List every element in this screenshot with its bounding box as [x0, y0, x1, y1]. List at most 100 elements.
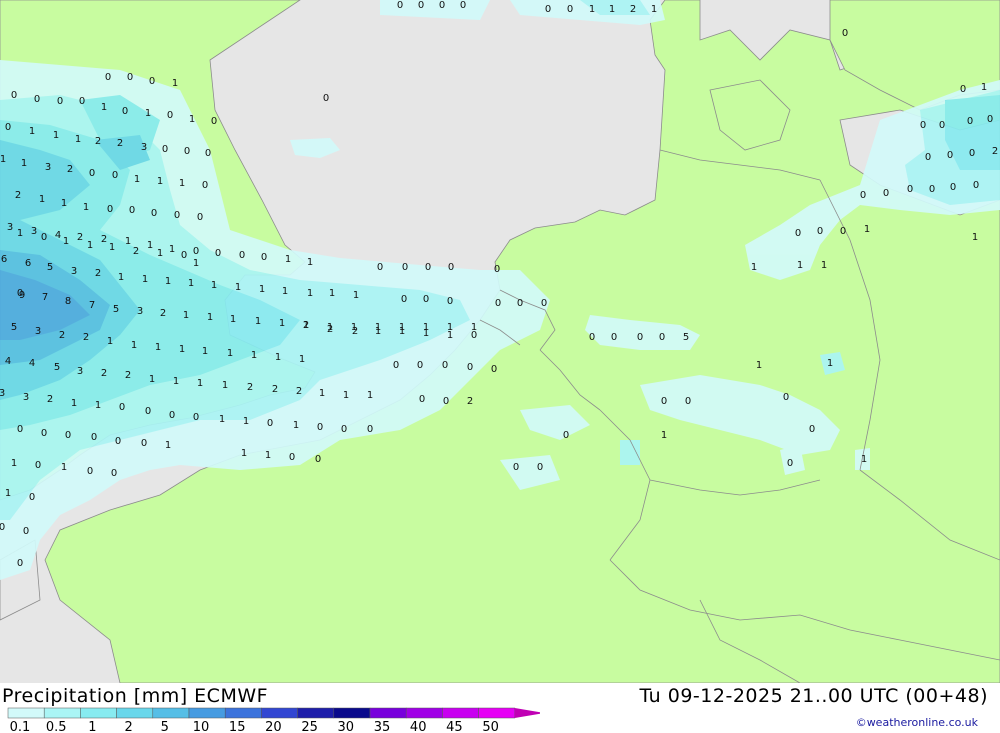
- precip-value-label: 0: [393, 360, 399, 371]
- legend-label: 35: [374, 720, 391, 733]
- legend-label: 1: [88, 720, 96, 733]
- precip-value-label: 0: [637, 332, 643, 343]
- legend-swatch: [405, 707, 443, 719]
- legend-label: 5: [161, 720, 169, 733]
- precip-value-label: 1: [134, 174, 140, 185]
- precip-value-label: 0: [17, 558, 23, 569]
- precip-value-label: 1: [61, 462, 67, 473]
- legend-label: 20: [265, 720, 282, 733]
- precip-value-label: 0: [443, 396, 449, 407]
- precip-value-label: 1: [279, 318, 285, 329]
- precip-value-label: 0: [423, 294, 429, 305]
- legend-label: 15: [229, 720, 246, 733]
- precip-value-label: 1: [972, 232, 978, 243]
- precipitation-map: 0 0 0 0 0 0 1 1 2 1 0 0 0 0 1 0 0 0 0 0 1 0 1 0 1 0 0 1 1 1 2 2 3 0 0 0 1 1 3 2…: [0, 0, 1000, 684]
- precip-value-label: 0: [193, 412, 199, 423]
- precip-value-label: 0: [5, 122, 11, 133]
- precip-value-label: 1: [147, 240, 153, 251]
- precip-value-label: 3: [45, 162, 51, 173]
- precip-value-label: 5: [11, 322, 17, 333]
- precip-value-label: 1: [756, 360, 762, 371]
- precip-value-label: 0: [973, 180, 979, 191]
- precip-value-label: 0: [0, 0, 3, 3]
- precip-value-label: 1: [375, 326, 381, 337]
- precip-value-label: 1: [101, 102, 107, 113]
- precip-value-label: 3: [71, 266, 77, 277]
- precip-value-label: 0: [112, 170, 118, 181]
- precip-value-label: 0: [787, 458, 793, 469]
- legend-label: 50: [482, 720, 499, 733]
- precip-value-label: 1: [87, 240, 93, 251]
- precip-value-label: 2: [83, 332, 89, 343]
- precip-value-label: 0: [545, 4, 551, 15]
- precip-value-label: 1: [423, 328, 429, 339]
- precip-value-label: 1: [131, 340, 137, 351]
- precip-value-label: 0: [29, 492, 35, 503]
- precip-value-label: 0: [920, 120, 926, 131]
- precip-value-label: 0: [541, 298, 547, 309]
- precip-value-label: 0: [367, 424, 373, 435]
- precip-value-label: 3: [0, 388, 5, 399]
- precip-value-label: 0: [783, 392, 789, 403]
- precip-value-label: 1: [285, 254, 291, 265]
- precip-value-label: 2: [296, 386, 302, 397]
- precip-value-label: 2: [327, 324, 333, 335]
- precip-mid-4: [620, 440, 640, 465]
- precip-value-label: 2: [15, 190, 21, 201]
- precip-value-label: 0: [401, 294, 407, 305]
- precip-value-label: 1: [447, 330, 453, 341]
- precip-value-label: 6: [25, 258, 31, 269]
- precip-value-label: 0: [883, 188, 889, 199]
- precip-value-label: 1: [861, 454, 867, 465]
- precip-value-label: 1: [29, 126, 35, 137]
- precip-value-label: 1: [173, 376, 179, 387]
- precip-value-label: 1: [189, 114, 195, 125]
- precip-value-label: 9: [19, 290, 25, 301]
- legend-swatches: [7, 707, 540, 719]
- precip-value-label: 0: [129, 205, 135, 216]
- precip-value-label: 0: [323, 93, 329, 104]
- legend-swatch: [297, 707, 335, 719]
- precip-value-label: 0: [402, 262, 408, 273]
- precip-value-label: 1: [864, 224, 870, 235]
- precip-value-label: 1: [193, 258, 199, 269]
- precip-value-label: 0: [925, 152, 931, 163]
- precip-value-label: 0: [418, 0, 424, 11]
- precip-value-label: 0: [34, 94, 40, 105]
- precip-value-label: 1: [125, 236, 131, 247]
- precip-value-label: 0: [842, 28, 848, 39]
- precip-value-label: 0: [969, 148, 975, 159]
- precip-value-label: 1: [319, 388, 325, 399]
- precip-value-label: 2: [992, 146, 998, 157]
- legend-label: 30: [338, 720, 355, 733]
- precip-value-label: 1: [188, 278, 194, 289]
- precip-value-label: 0: [448, 262, 454, 273]
- precip-value-label: 2: [59, 330, 65, 341]
- precip-value-label: 0: [840, 226, 846, 237]
- precip-value-label: 1: [299, 354, 305, 365]
- precip-value-label: 1: [307, 257, 313, 268]
- precip-value-label: 3: [137, 306, 143, 317]
- precip-value-label: 1: [821, 260, 827, 271]
- credit-link[interactable]: ©weatheronline.co.uk: [856, 716, 978, 729]
- precip-value-label: 1: [5, 488, 11, 499]
- precip-value-label: 1: [109, 242, 115, 253]
- precip-value-label: 0: [17, 424, 23, 435]
- precip-value-label: 0: [261, 252, 267, 263]
- precip-value-label: 0: [41, 428, 47, 439]
- precip-value-label: 1: [609, 4, 615, 15]
- precip-value-label: 0: [289, 452, 295, 463]
- legend-label: 40: [410, 720, 427, 733]
- precip-value-label: 0: [205, 148, 211, 159]
- precip-value-label: 0: [809, 424, 815, 435]
- precip-value-label: 0: [341, 424, 347, 435]
- precip-value-label: 1: [179, 344, 185, 355]
- forecast-datetime: Tu 09-12-2025 21..00 UTC (00+48): [639, 685, 988, 707]
- precip-value-label: 0: [141, 438, 147, 449]
- legend-label: 45: [446, 720, 463, 733]
- precip-value-label: 2: [95, 136, 101, 147]
- precip-value-label: 1: [259, 284, 265, 295]
- precip-value-label: 2: [160, 308, 166, 319]
- precip-value-label: 1: [797, 260, 803, 271]
- precip-value-label: 1: [827, 358, 833, 369]
